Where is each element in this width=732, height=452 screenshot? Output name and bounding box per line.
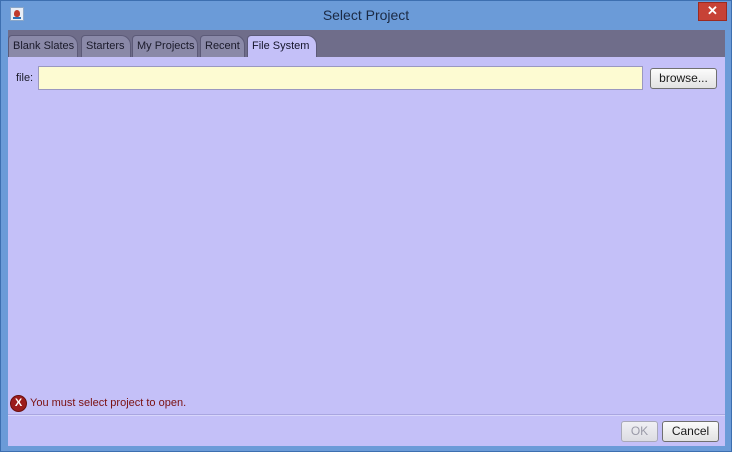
window-title: Select Project <box>322 7 410 23</box>
browse-button[interactable]: browse... <box>650 68 717 89</box>
footer-divider <box>8 414 725 416</box>
select-project-window: Select Project ✕ Blank Slates Starters M… <box>0 0 732 452</box>
error-message: You must select project to open. <box>30 397 187 409</box>
file-label: file: <box>16 72 34 84</box>
tab-starters[interactable]: Starters <box>81 35 131 57</box>
file-system-panel: file: browse... X You must select projec… <box>8 57 725 446</box>
tab-file-system[interactable]: File System <box>247 35 317 57</box>
title-bar[interactable]: Select Project ✕ <box>1 1 731 30</box>
file-path-input[interactable] <box>38 66 643 90</box>
tab-label: File System <box>252 40 310 52</box>
tab-label: Recent <box>205 40 240 52</box>
error-icon: X <box>10 395 27 412</box>
ok-button[interactable]: OK <box>621 421 658 442</box>
tab-recent[interactable]: Recent <box>200 35 245 57</box>
tab-my-projects[interactable]: My Projects <box>132 35 198 57</box>
close-icon: ✕ <box>707 3 718 18</box>
tab-strip: Blank Slates Starters My Projects Recent… <box>8 30 725 57</box>
tab-label: Blank Slates <box>13 40 75 52</box>
cancel-button[interactable]: Cancel <box>662 421 719 442</box>
close-button[interactable]: ✕ <box>698 2 727 21</box>
tab-label: My Projects <box>137 40 195 52</box>
tab-label: Starters <box>86 40 125 52</box>
tab-blank-slates[interactable]: Blank Slates <box>8 35 78 57</box>
